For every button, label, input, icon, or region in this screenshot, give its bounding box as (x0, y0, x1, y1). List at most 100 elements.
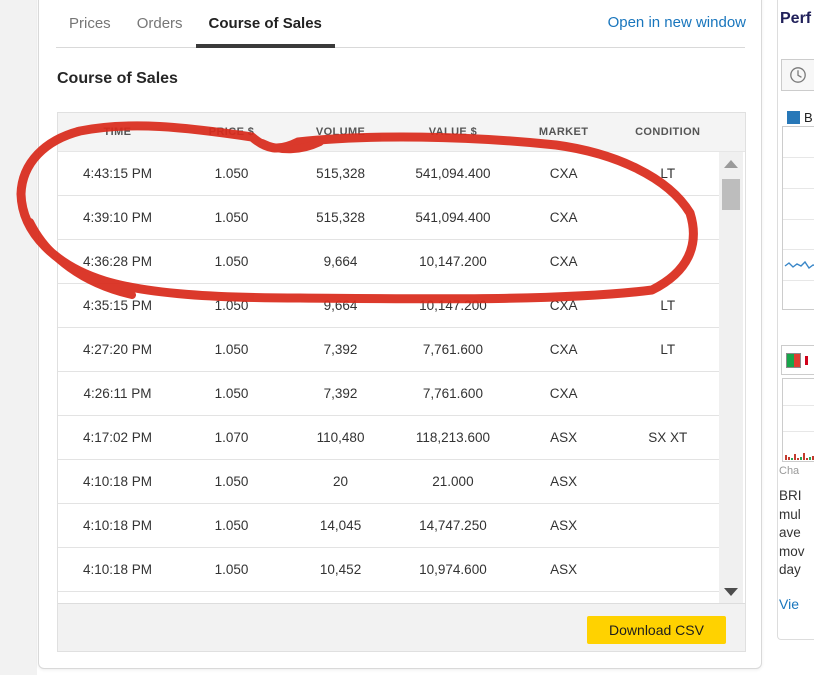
cell-value: 21.000 (395, 474, 511, 489)
table-row[interactable]: 4:27:20 PM1.0507,3927,761.600CXALT (58, 328, 719, 372)
download-csv-button[interactable]: Download CSV (587, 616, 726, 644)
cell-volume: 14,045 (286, 518, 395, 533)
paragraph-line: mul (779, 506, 805, 525)
cell-condition: LT (617, 298, 719, 313)
volume-bar (791, 458, 793, 460)
cell-market: CXA (511, 254, 617, 269)
column-header-time[interactable]: TIME (58, 126, 177, 138)
scroll-up-button[interactable] (719, 154, 743, 174)
volume-bar (794, 454, 796, 460)
cell-time: 4:35:15 PM (58, 298, 177, 313)
table-rows: 4:43:15 PM1.050515,328541,094.400CXALT4:… (58, 152, 719, 604)
cut-off-red-label (805, 356, 808, 365)
cell-price: 1.070 (177, 430, 286, 445)
triangle-down-icon (724, 588, 738, 596)
paragraph-line: day (779, 561, 805, 580)
cell-value: 118,213.600 (395, 430, 511, 445)
time-range-tab[interactable] (781, 59, 814, 91)
course-of-sales-table: TIME PRICE $ VOLUME VALUE $ MARKET CONDI… (57, 112, 746, 652)
tab-course-of-sales[interactable]: Course of Sales (196, 0, 335, 47)
scrollbar-thumb[interactable] (722, 179, 740, 210)
cell-value: 10,147.200 (395, 254, 511, 269)
blue-series-swatch-icon (787, 111, 800, 124)
cell-market: ASX (511, 474, 617, 489)
table-row[interactable]: 4:10:18 PM1.0502021.000ASX (58, 460, 719, 504)
tab-orders[interactable]: Orders (124, 0, 196, 47)
table-row[interactable]: 4:36:28 PM1.0509,66410,147.200CXA (58, 240, 719, 284)
column-header-price[interactable]: PRICE $ (177, 126, 286, 138)
cell-value: 7,761.600 (395, 342, 511, 357)
table-row[interactable]: 4:17:02 PM1.070110,480118,213.600ASXSX X… (58, 416, 719, 460)
cell-value: 7,761.600 (395, 386, 511, 401)
column-header-volume[interactable]: VOLUME (286, 126, 395, 138)
volume-bar (809, 457, 811, 460)
volume-bar (785, 455, 787, 460)
volume-bar (788, 457, 790, 460)
candlestick-legend[interactable] (781, 345, 814, 375)
scroll-down-button[interactable] (719, 582, 743, 602)
cell-value: 10,974.600 (395, 562, 511, 577)
cell-time: 4:10:18 PM (58, 562, 177, 577)
column-header-market[interactable]: MARKET (511, 126, 617, 138)
cell-time: 4:43:15 PM (58, 166, 177, 181)
page-left-gutter (0, 0, 37, 675)
view-more-link[interactable]: Vie (779, 596, 799, 612)
table-row[interactable]: 4:43:15 PM1.050515,328541,094.400CXALT (58, 152, 719, 196)
table-footer: Download CSV (58, 603, 745, 651)
cell-market: CXA (511, 386, 617, 401)
cell-volume: 515,328 (286, 166, 395, 181)
cell-price: 1.050 (177, 342, 286, 357)
cell-condition: LT (617, 166, 719, 181)
cell-market: ASX (511, 430, 617, 445)
volume-bar (806, 458, 808, 460)
tab-prices[interactable]: Prices (56, 0, 124, 47)
table-row[interactable]: 4:10:18 PM1.05014,04514,747.250ASX (58, 504, 719, 548)
gridline (783, 405, 814, 406)
column-header-value[interactable]: VALUE $ (395, 126, 511, 138)
cell-time: 4:17:02 PM (58, 430, 177, 445)
cell-price: 1.050 (177, 562, 286, 577)
page: Prices Orders Course of Sales Open in ne… (0, 0, 814, 675)
cell-price: 1.050 (177, 298, 286, 313)
cell-market: CXA (511, 342, 617, 357)
gridline (783, 431, 814, 432)
cell-price: 1.050 (177, 474, 286, 489)
cell-price: 1.050 (177, 166, 286, 181)
performance-panel-title: Perf (780, 10, 811, 28)
clock-icon (788, 65, 808, 85)
cell-value: 541,094.400 (395, 166, 511, 181)
legend-label-fragment: B (804, 110, 813, 125)
triangle-up-icon (724, 160, 738, 168)
volume-bars (785, 453, 814, 460)
cell-volume: 110,480 (286, 430, 395, 445)
mini-line-series (785, 262, 814, 268)
cell-market: CXA (511, 210, 617, 225)
mini-volume-chart (782, 378, 814, 462)
paragraph-line: mov (779, 543, 805, 562)
table-row[interactable]: 4:10:18 PM1.05010,45210,974.600ASX (58, 548, 719, 592)
table-row[interactable]: 4:35:15 PM1.0509,66410,147.200CXALT (58, 284, 719, 328)
vertical-scrollbar[interactable] (719, 152, 743, 604)
cell-time: 4:27:20 PM (58, 342, 177, 357)
cell-condition: SX XT (617, 430, 719, 445)
table-row[interactable]: 4:39:10 PM1.050515,328541,094.400CXA (58, 196, 719, 240)
cell-condition: LT (617, 342, 719, 357)
column-header-condition[interactable]: CONDITION (617, 126, 719, 138)
cell-volume: 7,392 (286, 386, 395, 401)
candlestick-icon (786, 353, 801, 368)
page-title: Course of Sales (57, 70, 178, 88)
cell-price: 1.050 (177, 254, 286, 269)
open-in-new-window-link[interactable]: Open in new window (560, 14, 746, 31)
table-row[interactable]: 4:26:11 PM1.0507,3927,761.600CXA (58, 372, 719, 416)
paragraph-line: ave (779, 524, 805, 543)
cell-price: 1.050 (177, 518, 286, 533)
table-header-row: TIME PRICE $ VOLUME VALUE $ MARKET CONDI… (58, 113, 745, 152)
cell-market: ASX (511, 518, 617, 533)
cell-market: ASX (511, 562, 617, 577)
cell-market: CXA (511, 166, 617, 181)
cell-volume: 10,452 (286, 562, 395, 577)
chart-attribution-fragment: Cha (779, 465, 799, 477)
cell-volume: 7,392 (286, 342, 395, 357)
cell-value: 10,147.200 (395, 298, 511, 313)
cell-value: 14,747.250 (395, 518, 511, 533)
